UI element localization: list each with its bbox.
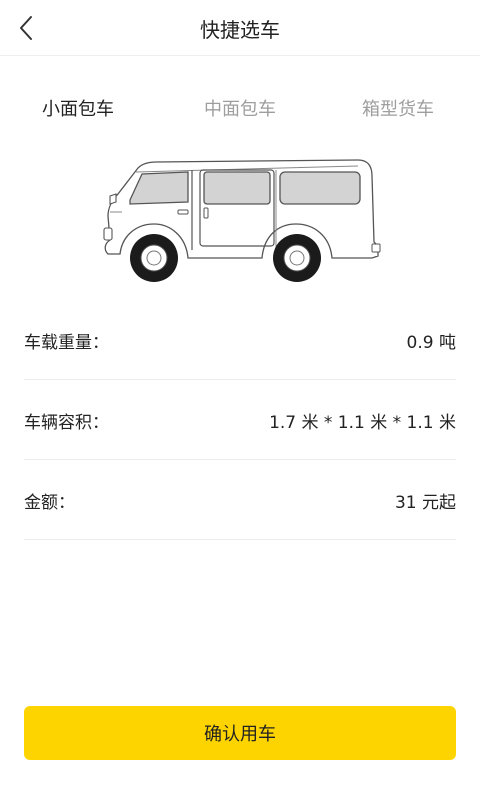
cargo-volume-value: 1.7 米 * 1.1 米 * 1.1 米 <box>269 413 456 433</box>
tab-medium-van[interactable]: 中面包车 <box>204 96 276 124</box>
load-weight-value: 0.9 吨 <box>406 333 456 353</box>
tab-box-truck[interactable]: 箱型货车 <box>362 96 434 124</box>
cargo-volume-row: 车辆容积： 1.7 米 * 1.1 米 * 1.1 米 <box>24 380 456 460</box>
load-weight-row: 车载重量： 0.9 吨 <box>24 300 456 380</box>
price-label: 金额： <box>24 493 75 513</box>
page-title: 快捷选车 <box>200 18 280 42</box>
price-value: 31 元起 <box>394 493 456 513</box>
vehicle-type-tabs: 小面包车 中面包车 箱型货车 <box>0 96 480 128</box>
load-weight-label: 车载重量： <box>24 333 109 353</box>
cargo-volume-label: 车辆容积： <box>24 413 109 433</box>
tab-small-van[interactable]: 小面包车 <box>42 96 114 124</box>
top-bar: 快捷选车 <box>0 0 480 56</box>
confirm-vehicle-button[interactable]: 确认用车 <box>24 706 456 760</box>
price-row: 金额： 31 元起 <box>24 460 456 540</box>
quick-vehicle-select-page: 快捷选车 小面包车 中面包车 箱型货车 车载重量： 0.9 吨 车辆容积： 1.… <box>0 0 480 800</box>
van-illustration <box>103 159 381 282</box>
